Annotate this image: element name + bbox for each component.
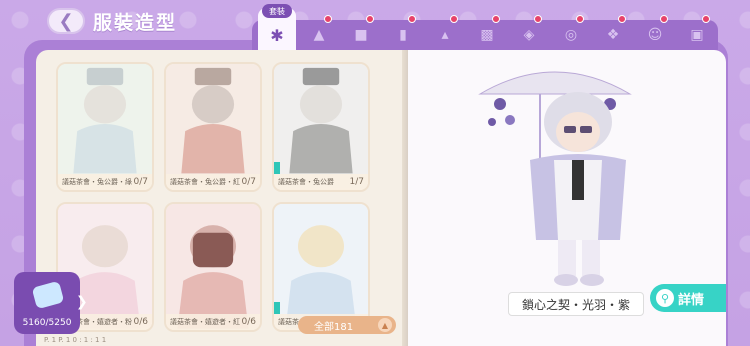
outfit-card[interactable]: 議菇茶	[272, 202, 370, 332]
filter-dropdown[interactable]: 全部181 ▲	[298, 316, 396, 334]
outfit-thumbnail	[58, 64, 152, 189]
chevron-right-icon: ❯	[76, 294, 88, 310]
detail-button-label: 詳情	[678, 292, 705, 308]
outfit-card-count: 0/7	[241, 177, 256, 187]
outfit-card-name: 議菇茶會・兔公爵・紅	[170, 178, 240, 186]
collection-count: 5160/5250	[22, 318, 72, 328]
tab-accessory[interactable]: ❖	[598, 15, 628, 50]
outfit-thumbnail	[274, 64, 368, 189]
bottom-icon: ▮	[399, 27, 407, 43]
outfit-card[interactable]: 議菇茶會・嬉遊者・紅 0/6	[164, 202, 262, 332]
top-icon: ■	[354, 27, 368, 43]
outfit-card-count: 0/7	[133, 177, 148, 187]
page-title: 服裝造型	[93, 12, 178, 34]
chevron-up-icon: ▲	[378, 318, 392, 332]
tab-shoes[interactable]: ◈	[514, 15, 544, 50]
outfit-thumbnail	[274, 204, 368, 329]
outfit-name-label: 鎖心之契・光羽・紫	[508, 292, 644, 316]
category-tab-bar: ▲ ■ ▮ ▴ ▩ ◈ ◎ ❖ ☺ ▣	[252, 15, 718, 50]
socks-icon: ▩	[480, 27, 494, 43]
wardrobe-badge-icon	[31, 280, 65, 310]
hat-icon: ▲	[313, 27, 325, 43]
shoes-icon: ◈	[523, 27, 535, 43]
owned-badge	[274, 162, 280, 174]
glasses-icon: ◎	[564, 27, 578, 43]
outfit-card-count: 0/6	[241, 317, 256, 327]
tab-face[interactable]: ☺	[640, 15, 670, 50]
dress-icon: ▴	[441, 27, 449, 43]
tab-shirt[interactable]: ▣	[682, 15, 712, 50]
outfit-set-icon: ✱	[270, 26, 284, 45]
tab-top[interactable]: ■	[346, 15, 376, 50]
outfit-card-name: 議菇茶會・兔公爵	[278, 178, 334, 186]
filter-label: 全部181	[314, 321, 354, 333]
tab-hat[interactable]: ▲	[304, 15, 334, 50]
feather-icon: ❖	[606, 27, 620, 43]
detail-button[interactable]: ⚲ 詳情	[650, 284, 726, 312]
outfit-card-name: 議菇茶會・嬉遊者・紅	[170, 318, 240, 326]
face-icon: ☺	[647, 27, 663, 43]
collection-progress-button[interactable]: 5160/5250	[14, 272, 80, 334]
outfit-card[interactable]: 議菇茶會・兔公爵・紅 0/7	[164, 62, 262, 192]
outfit-card-count: 0/6	[133, 317, 148, 327]
outfit-thumbnail	[166, 204, 260, 329]
outfit-card[interactable]: 議菇茶會・兔公爵・綠 0/7	[56, 62, 154, 192]
tab-active-label: 套裝	[262, 4, 292, 18]
outfit-card-name: 議菇茶會・兔公爵・綠	[62, 178, 132, 186]
tab-glasses[interactable]: ◎	[556, 15, 586, 50]
outfit-thumbnail	[166, 64, 260, 189]
outfit-card-count: 1/7	[349, 177, 364, 187]
search-icon: ⚲	[656, 289, 674, 307]
owned-badge	[274, 302, 280, 314]
outfit-card[interactable]: 議菇茶會・兔公爵 1/7	[272, 62, 370, 192]
back-button[interactable]: ❮	[47, 8, 85, 34]
chevron-left-icon: ❮	[58, 10, 74, 32]
character-preview	[478, 71, 632, 286]
tab-socks[interactable]: ▩	[472, 15, 502, 50]
tab-dress[interactable]: ▴	[430, 15, 460, 50]
shirt-icon: ▣	[690, 27, 704, 43]
bottom-strip-text: P. 1 P. 1 0 : 1 : 1 1	[44, 336, 107, 344]
tab-bottom[interactable]: ▮	[388, 15, 418, 50]
